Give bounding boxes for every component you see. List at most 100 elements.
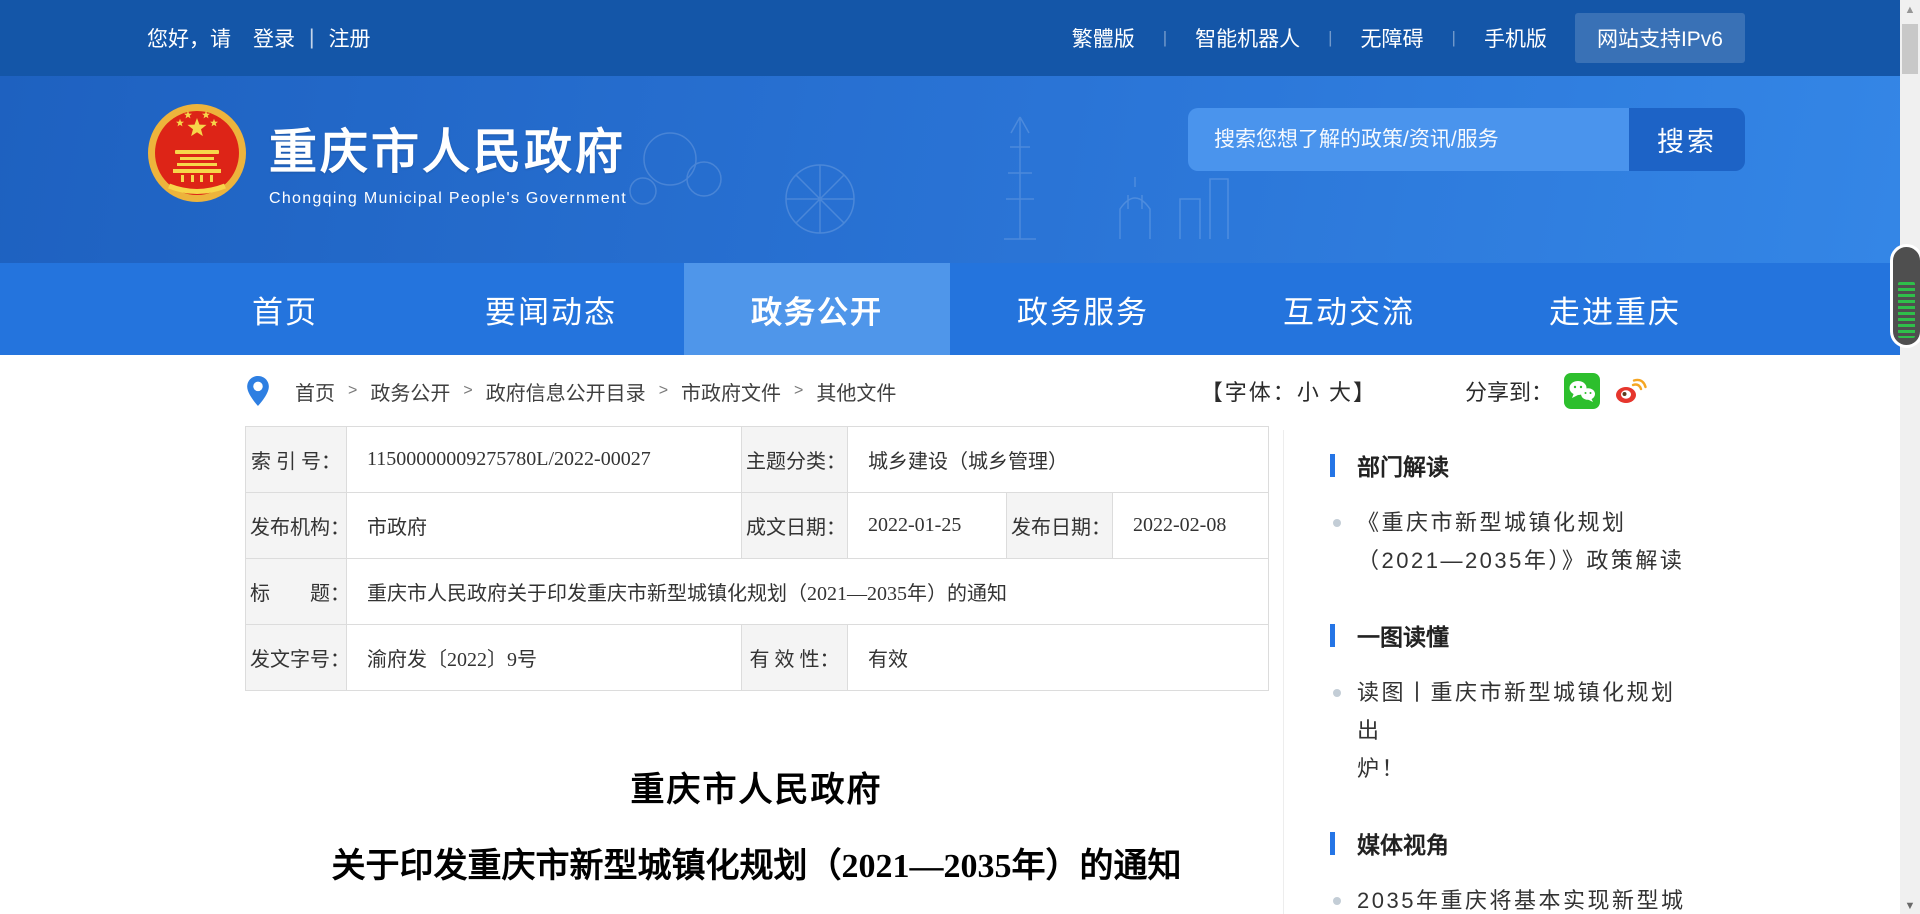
document-meta-table: 索 引 号： 11500000009275780L/2022-00027 主题分… <box>245 426 1269 691</box>
sidebar-sections: 部门解读《重庆市新型城镇化规划（2021—2035年）》政策解读一图读懂读图丨重… <box>1330 448 1690 914</box>
index-number-label: 索 引 号： <box>246 427 347 493</box>
breadcrumb-separator: > <box>794 382 803 400</box>
site-header: 重庆市人民政府 Chongqing Municipal People's Gov… <box>0 76 1900 263</box>
breadcrumb-item-4: 其他文件 <box>816 377 896 406</box>
utility-link-0[interactable]: 繁體版 <box>1072 23 1135 53</box>
document-issuer: 重庆市人民政府 <box>245 762 1268 811</box>
table-row: 索 引 号： 11500000009275780L/2022-00027 主题分… <box>246 427 1269 493</box>
scroll-down-icon[interactable]: ▼ <box>1900 900 1920 912</box>
accessibility-widget-stripes <box>1898 282 1915 338</box>
breadcrumb-separator: > <box>348 382 357 400</box>
search-bar: 搜索 <box>1188 108 1745 171</box>
search-button[interactable]: 搜索 <box>1629 108 1745 171</box>
page: 您好，请 登录 | 注册 繁體版 | 智能机器人 | 无障碍 | 手机版网站支持IPv6 <box>0 0 1920 914</box>
accessibility-widget[interactable] <box>1893 247 1920 345</box>
nav-item-4[interactable]: 互动交流 <box>1216 263 1482 355</box>
section-accent-bar <box>1330 832 1335 855</box>
publish-date-label: 发布日期： <box>1007 493 1113 559</box>
sidebar-section-0: 部门解读《重庆市新型城镇化规划（2021—2035年）》政策解读 <box>1330 448 1690 580</box>
page-toolbar: 【字体：小 大】 分享到： <box>1201 373 1647 409</box>
sidebar-link[interactable]: 2035年重庆将基本实现新型城镇化 《重庆市新型城镇化规划（2021—2035年… <box>1330 882 1690 914</box>
written-date-label: 成文日期： <box>742 493 848 559</box>
utility-link-4[interactable]: 网站支持IPv6 <box>1575 13 1745 63</box>
index-number-value: 11500000009275780L/2022-00027 <box>347 427 742 493</box>
login-link[interactable]: 登录 <box>253 23 295 53</box>
publish-date-value: 2022-02-08 <box>1113 493 1269 559</box>
search-input[interactable] <box>1188 108 1629 171</box>
utility-link-3[interactable]: 手机版 <box>1484 23 1547 53</box>
top-utility-bar: 您好，请 登录 | 注册 繁體版 | 智能机器人 | 无障碍 | 手机版网站支持IPv6 <box>0 0 1900 76</box>
font-label-suffix: 】 <box>1353 380 1377 405</box>
breadcrumb-separator: > <box>463 382 472 400</box>
breadcrumb-row: 首页 > 政务公开 > 政府信息公开目录 > 市政府文件 > 其他文件 【字体：小 大】 分享到… <box>245 368 1647 414</box>
content-sidebar-divider <box>1283 430 1284 914</box>
sidebar-section-title: 一图读懂 <box>1330 618 1690 652</box>
table-row: 标 题： 重庆市人民政府关于印发重庆市新型城镇化规划（2021—2035年）的通… <box>246 559 1269 625</box>
utility-links: 繁體版 | 智能机器人 | 无障碍 | 手机版网站支持IPv6 <box>1044 13 1745 63</box>
document-title: 关于印发重庆市新型城镇化规划（2021—2035年）的通知 <box>245 838 1268 887</box>
vertical-scrollbar[interactable]: ▲ ▼ <box>1900 0 1920 914</box>
site-name-block: 重庆市人民政府 Chongqing Municipal People's Gov… <box>269 103 627 208</box>
location-pin-icon <box>245 375 271 408</box>
utility-link-divider: | <box>1452 28 1456 48</box>
sidebar-section-2: 媒体视角 2035年重庆将基本实现新型城镇化 《重庆市新型城镇化规划（2021—2… <box>1330 826 1690 914</box>
validity-label: 有 效 性： <box>742 625 848 691</box>
doc-title-value: 重庆市人民政府关于印发重庆市新型城镇化规划（2021—2035年）的通知 <box>347 559 1269 625</box>
nav-item-2[interactable]: 政务公开 <box>684 263 950 355</box>
sidebar-link[interactable]: 《重庆市新型城镇化规划（2021—2035年）》政策解读 <box>1330 504 1690 580</box>
breadcrumb-separator: > <box>659 382 668 400</box>
font-size-control: 【字体：小 大】 <box>1201 375 1377 407</box>
issuing-org-value: 市政府 <box>347 493 742 559</box>
wechat-icon[interactable] <box>1564 373 1600 409</box>
sidebar-link-line: 2035年重庆将基本实现新型城 <box>1357 882 1690 914</box>
share-label: 分享到： <box>1465 375 1553 407</box>
sidebar-section-title-text: 部门解读 <box>1357 448 1449 482</box>
sidebar-section-title-text: 一图读懂 <box>1357 618 1449 652</box>
sidebar-link-line: 读图丨重庆市新型城镇化规划出 <box>1357 674 1690 750</box>
utility-link-1[interactable]: 智能机器人 <box>1195 23 1300 53</box>
weibo-icon[interactable] <box>1611 373 1647 409</box>
breadcrumb-item-1[interactable]: 政务公开 <box>370 377 450 406</box>
sidebar-link-line: 炉！ <box>1357 750 1690 788</box>
table-row: 发布机构： 市政府 成文日期： 2022-01-25 发布日期： 2022-02… <box>246 493 1269 559</box>
breadcrumb-item-2[interactable]: 政府信息公开目录 <box>486 377 646 406</box>
site-title: 重庆市人民政府 <box>269 129 627 177</box>
nav-item-3[interactable]: 政务服务 <box>950 263 1216 355</box>
written-date-value: 2022-01-25 <box>848 493 1007 559</box>
topic-category-value: 城乡建设（城乡管理） <box>848 427 1269 493</box>
login-register-separator: | <box>309 26 314 50</box>
share-block: 分享到： <box>1465 373 1647 409</box>
table-row: 发文字号： 渝府发〔2022〕9号 有 效 性： 有效 <box>246 625 1269 691</box>
breadcrumb-item-0[interactable]: 首页 <box>295 377 335 406</box>
font-larger-button[interactable]: 大 <box>1329 380 1353 405</box>
validity-value: 有效 <box>848 625 1269 691</box>
nav-item-5[interactable]: 走进重庆 <box>1482 263 1748 355</box>
scrollbar-thumb[interactable] <box>1902 24 1918 74</box>
topic-category-label: 主题分类： <box>742 427 848 493</box>
site-subtitle: Chongqing Municipal People's Government <box>269 190 627 208</box>
main-nav: 首页要闻动态政务公开政务服务互动交流走进重庆 <box>0 263 1900 355</box>
nav-item-0[interactable]: 首页 <box>152 263 418 355</box>
sidebar-link[interactable]: 读图丨重庆市新型城镇化规划出炉！ <box>1330 674 1690 788</box>
breadcrumb: 首页 > 政务公开 > 政府信息公开目录 > 市政府文件 > 其他文件 <box>295 377 896 406</box>
sidebar-section-1: 一图读懂读图丨重庆市新型城镇化规划出炉！ <box>1330 618 1690 788</box>
register-link[interactable]: 注册 <box>328 23 370 53</box>
section-accent-bar <box>1330 454 1335 477</box>
font-smaller-button[interactable]: 小 <box>1297 380 1321 405</box>
user-area: 您好，请 登录 | 注册 <box>147 23 370 53</box>
utility-link-divider: | <box>1163 28 1167 48</box>
site-logo-block[interactable]: 重庆市人民政府 Chongqing Municipal People's Gov… <box>147 103 627 208</box>
utility-link-2[interactable]: 无障碍 <box>1361 23 1424 53</box>
sidebar-section-title: 媒体视角 <box>1330 826 1690 860</box>
sidebar-link-line: 《重庆市新型城镇化规划 <box>1357 504 1690 542</box>
sidebar-section-title-text: 媒体视角 <box>1357 826 1449 860</box>
nav-item-1[interactable]: 要闻动态 <box>418 263 684 355</box>
breadcrumb-item-3[interactable]: 市政府文件 <box>681 377 781 406</box>
sidebar-section-title: 部门解读 <box>1330 448 1690 482</box>
utility-link-divider: | <box>1328 28 1332 48</box>
font-label-prefix: 【字体： <box>1201 380 1297 405</box>
scroll-up-icon[interactable]: ▲ <box>1900 4 1920 16</box>
doc-number-label: 发文字号： <box>246 625 347 691</box>
national-emblem-logo <box>147 103 247 203</box>
issuing-org-label: 发布机构： <box>246 493 347 559</box>
